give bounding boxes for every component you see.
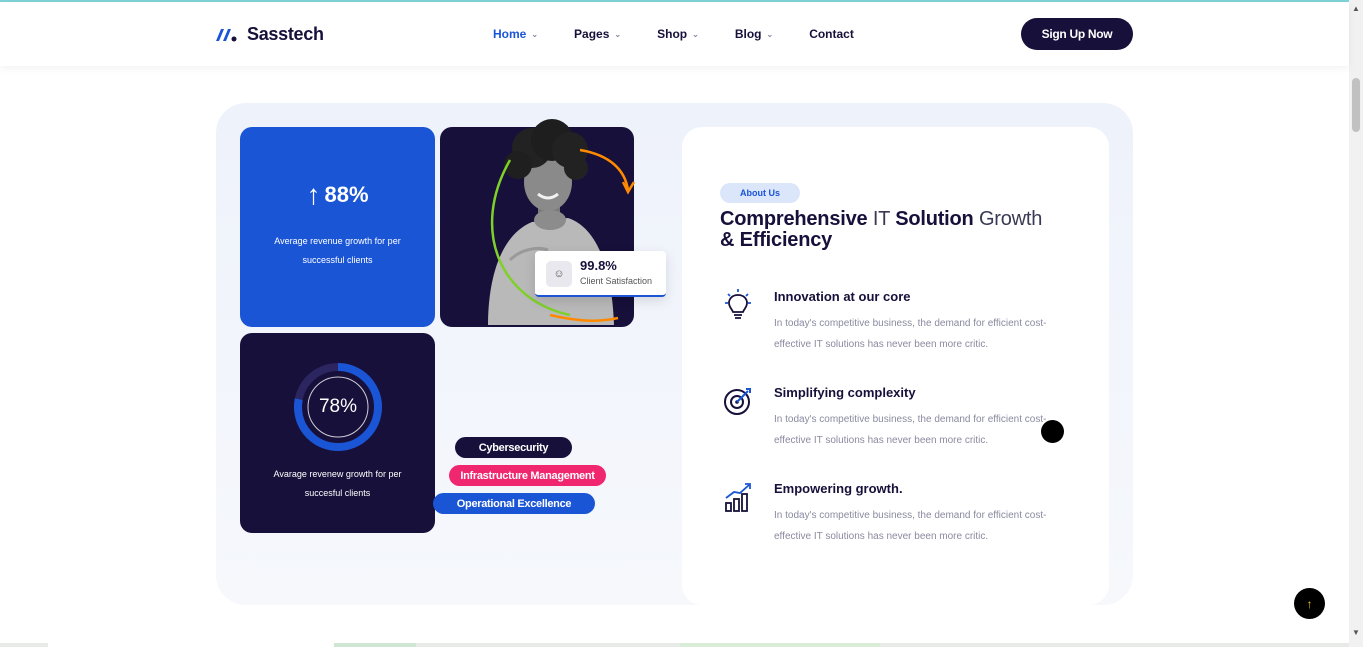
site-header: Sasstech Home ⌄ Pages ⌄ Shop ⌄ Blog ⌄ Co… xyxy=(0,2,1349,66)
ring-value: 78% xyxy=(318,396,358,417)
satisfaction-value: 99.8% xyxy=(580,258,617,273)
title-part: Solution xyxy=(895,208,974,230)
about-title: Comprehensive IT Solution Growth & Effic… xyxy=(720,209,1060,251)
revenue-desc: Average revenue growth for per successfu… xyxy=(274,236,401,265)
scroll-down-icon[interactable]: ▼ xyxy=(1352,628,1360,637)
next-section-edge xyxy=(0,643,1349,647)
revenue-stat-card: ↑ 88% Average revenue growth for per succ… xyxy=(240,127,435,327)
nav-item-blog[interactable]: Blog ⌄ xyxy=(735,27,773,41)
arrow-up-icon: ↑ xyxy=(306,179,321,210)
portrait-card xyxy=(440,119,636,327)
ring-stat-card: 78% Avarage revenew growth for per succe… xyxy=(240,333,435,533)
satisfaction-label: Client Satisfaction xyxy=(580,276,653,286)
scroll-up-icon[interactable]: ▲ xyxy=(1352,4,1360,13)
feature-title: Innovation at our core xyxy=(774,289,911,304)
smile-icon: ☺ xyxy=(546,261,572,287)
client-satisfaction-card: ☺ 99.8% Client Satisfaction xyxy=(535,251,666,297)
tag-infrastructure-management: Infrastructure Management xyxy=(449,465,606,486)
feature-title: Simplifying complexity xyxy=(774,385,916,400)
tag-operational-excellence: Operational Excellence xyxy=(433,493,595,514)
target-icon xyxy=(724,388,751,415)
lightbulb-icon xyxy=(725,289,751,319)
feature-text: In today's competitive business, the dem… xyxy=(774,318,1047,350)
scrollbar-thumb[interactable] xyxy=(1352,78,1360,132)
main-nav: Home ⌄ Pages ⌄ Shop ⌄ Blog ⌄ Contact xyxy=(493,27,890,41)
chevron-down-icon: ⌄ xyxy=(766,29,774,39)
nav-label: Contact xyxy=(809,27,854,41)
chevron-down-icon: ⌄ xyxy=(531,29,539,39)
title-part: IT xyxy=(872,208,890,230)
sign-up-button[interactable]: Sign Up Now xyxy=(1021,18,1133,50)
title-part: & Efficiency xyxy=(720,229,833,251)
tag-cybersecurity: Cybersecurity xyxy=(455,437,572,458)
about-badge: About Us xyxy=(720,183,800,203)
nav-label: Shop xyxy=(657,27,688,41)
feature-text: In today's competitive business, the dem… xyxy=(774,414,1047,446)
back-to-top-button[interactable]: ↑ xyxy=(1294,588,1325,619)
nav-label: Blog xyxy=(734,27,762,41)
about-card: About Us Comprehensive IT Solution Growt… xyxy=(682,127,1109,605)
chevron-down-icon: ⌄ xyxy=(692,29,699,39)
logo-mark-icon xyxy=(216,28,237,41)
growth-chart-icon xyxy=(725,483,751,512)
feature-text: In today's competitive business, the dem… xyxy=(774,510,1047,542)
cursor-indicator xyxy=(1041,420,1064,443)
title-part: Growth xyxy=(978,208,1043,230)
chevron-down-icon: ⌄ xyxy=(614,29,622,39)
nav-label: Home xyxy=(493,27,527,41)
scrollbar[interactable]: ▲ ▼ xyxy=(1349,0,1363,647)
logo-text: Sasstech xyxy=(247,24,324,44)
title-part: Comprehensive xyxy=(720,208,868,230)
nav-item-pages[interactable]: Pages ⌄ xyxy=(574,27,621,41)
logo[interactable]: Sasstech xyxy=(215,24,324,45)
nav-item-shop[interactable]: Shop ⌄ xyxy=(657,27,699,41)
feature-title: Empowering growth. xyxy=(774,481,903,496)
ring-desc: Avarage revenew growth for per succesful… xyxy=(273,469,402,498)
revenue-stat: ↑ 88% xyxy=(240,179,435,211)
nav-label: Pages xyxy=(574,27,610,41)
revenue-value: 88% xyxy=(324,182,369,207)
nav-item-contact[interactable]: Contact xyxy=(809,27,854,41)
nav-item-home[interactable]: Home ⌄ xyxy=(493,27,538,41)
